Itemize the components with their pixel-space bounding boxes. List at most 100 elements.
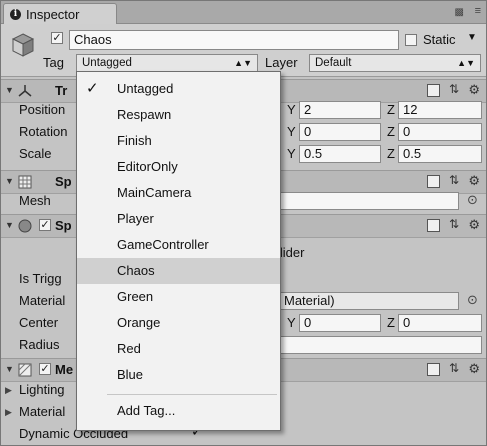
collider-enabled-checkbox[interactable]: ✓ <box>39 219 51 231</box>
reference-icon[interactable] <box>427 175 440 188</box>
rotation-label: Rotation <box>19 124 68 139</box>
sphere-icon <box>18 219 32 233</box>
menu-item-label: Add Tag... <box>117 403 176 418</box>
lighting-label[interactable]: Lighting <box>19 382 65 397</box>
menu-item-label: Red <box>117 341 141 356</box>
mesh-grid-icon <box>18 175 32 189</box>
info-icon: i <box>10 8 21 20</box>
axis-z-label: Z <box>387 146 395 161</box>
preset-icon[interactable]: ⇅ <box>449 217 459 231</box>
expand-triangle-icon[interactable]: ▶ <box>5 385 12 396</box>
position-z-field[interactable]: 12 <box>398 101 482 119</box>
axis-y-label: Y <box>287 146 296 161</box>
updown-arrow-icon: ▲▼ <box>234 58 252 68</box>
scale-label: Scale <box>19 146 52 161</box>
expand-triangle-icon[interactable]: ▶ <box>5 407 12 418</box>
gear-icon[interactable]: ⚙ <box>468 217 480 233</box>
radius-label: Radius <box>19 337 60 352</box>
menu-item-gamecontroller[interactable]: GameController <box>77 232 280 258</box>
preset-icon[interactable]: ⇅ <box>449 361 459 375</box>
tab-inspector[interactable]: i Inspector <box>3 3 117 24</box>
collapse-triangle-icon[interactable]: ▼ <box>5 85 14 95</box>
menu-item-blue[interactable]: Blue <box>77 362 280 388</box>
object-name-field[interactable]: Chaos <box>69 30 399 50</box>
material-field-value: Material) <box>284 293 335 308</box>
renderer-enabled-checkbox[interactable]: ✓ <box>39 363 51 375</box>
lock-icon[interactable]: ▩ <box>455 7 464 18</box>
menu-item-respawn[interactable]: Respawn <box>77 102 280 128</box>
rotation-y-field[interactable]: 0 <box>299 123 381 141</box>
preset-icon[interactable]: ⇅ <box>449 173 459 187</box>
layer-label: Layer <box>265 55 298 70</box>
inspector-window: i Inspector ▩ ≡ ✓ Chaos Static ▼ Tag Unt… <box>0 0 487 446</box>
collapse-triangle-icon[interactable]: ▼ <box>5 176 14 186</box>
tab-title: Inspector <box>26 6 80 22</box>
menu-item-label: EditorOnly <box>117 159 178 174</box>
menu-item-chaos[interactable]: Chaos <box>77 258 280 284</box>
axis-z-label: Z <box>387 124 395 139</box>
axis-y-label: Y <box>287 315 296 330</box>
position-label: Position <box>19 102 66 117</box>
updown-arrow-icon: ▲▼ <box>457 58 475 68</box>
is-trigger-label: Is Trigg <box>19 271 62 286</box>
menu-item-player[interactable]: Player <box>77 206 280 232</box>
material-label: Material <box>19 293 66 308</box>
material-field[interactable]: Material) <box>279 292 459 310</box>
menu-item-add-tag[interactable]: Add Tag... <box>77 398 280 424</box>
tag-dropdown-value: Untagged <box>82 57 132 69</box>
collider-title-suffix: llider <box>277 245 305 260</box>
active-checkbox[interactable]: ✓ <box>51 32 63 44</box>
menu-item-editoronly[interactable]: EditorOnly <box>77 154 280 180</box>
menu-icon[interactable]: ≡ <box>475 5 482 17</box>
menu-item-label: Orange <box>117 315 161 330</box>
reference-icon[interactable] <box>427 363 440 376</box>
gear-icon[interactable]: ⚙ <box>468 82 480 98</box>
reference-icon[interactable] <box>427 84 440 97</box>
preset-icon[interactable]: ⇅ <box>449 82 459 96</box>
collapse-triangle-icon[interactable]: ▼ <box>5 220 14 230</box>
menu-item-maincamera[interactable]: MainCamera <box>77 180 280 206</box>
materials-label[interactable]: Material <box>19 404 65 419</box>
tag-dropdown-menu: ✓ Untagged Respawn Finish EditorOnly Mai… <box>76 71 281 431</box>
axis-y-label: Y <box>287 102 296 117</box>
axis-z-label: Z <box>387 315 395 330</box>
menu-item-red[interactable]: Red <box>77 336 280 362</box>
menu-item-orange[interactable]: Orange <box>77 310 280 336</box>
menu-separator <box>107 394 277 395</box>
static-dropdown-arrow[interactable]: ▼ <box>467 32 477 43</box>
static-checkbox[interactable] <box>405 34 417 46</box>
tag-dropdown[interactable]: Untagged ▲▼ <box>76 54 258 72</box>
collapse-triangle-icon[interactable]: ▼ <box>5 364 14 374</box>
gear-icon[interactable]: ⚙ <box>468 361 480 377</box>
gear-icon[interactable]: ⚙ <box>468 173 480 189</box>
menu-item-green[interactable]: Green <box>77 284 280 310</box>
menu-item-finish[interactable]: Finish <box>77 128 280 154</box>
mesh-label: Mesh <box>19 193 51 208</box>
center-label: Center <box>19 315 59 330</box>
mesh-field[interactable] <box>279 192 459 210</box>
center-z-field[interactable]: 0 <box>398 314 482 332</box>
menu-item-label: Blue <box>117 367 144 382</box>
object-picker-icon[interactable]: ⊙ <box>467 292 478 308</box>
reference-icon[interactable] <box>427 219 440 232</box>
rotation-z-field[interactable]: 0 <box>398 123 482 141</box>
checkmark-icon: ✓ <box>86 80 99 97</box>
menu-item-label: Chaos <box>117 263 155 278</box>
center-y-field[interactable]: 0 <box>299 314 381 332</box>
layer-dropdown-value: Default <box>315 57 352 69</box>
axis-z-label: Z <box>387 102 395 117</box>
menu-item-untagged[interactable]: ✓ Untagged <box>77 76 280 102</box>
object-picker-icon[interactable]: ⊙ <box>467 192 478 208</box>
menu-item-label: MainCamera <box>117 185 192 200</box>
scale-z-field[interactable]: 0.5 <box>398 145 482 163</box>
tab-bar: i Inspector ▩ ≡ <box>1 1 486 24</box>
scale-y-field[interactable]: 0.5 <box>299 145 381 163</box>
position-y-field[interactable]: 2 <box>299 101 381 119</box>
cube-icon <box>11 33 35 57</box>
section-title: Me <box>55 362 74 377</box>
layer-dropdown[interactable]: Default ▲▼ <box>309 54 481 72</box>
menu-item-label: Finish <box>117 133 152 148</box>
radius-field[interactable] <box>279 336 482 354</box>
mesh-renderer-icon <box>18 363 32 377</box>
section-title: Sp <box>55 218 72 233</box>
